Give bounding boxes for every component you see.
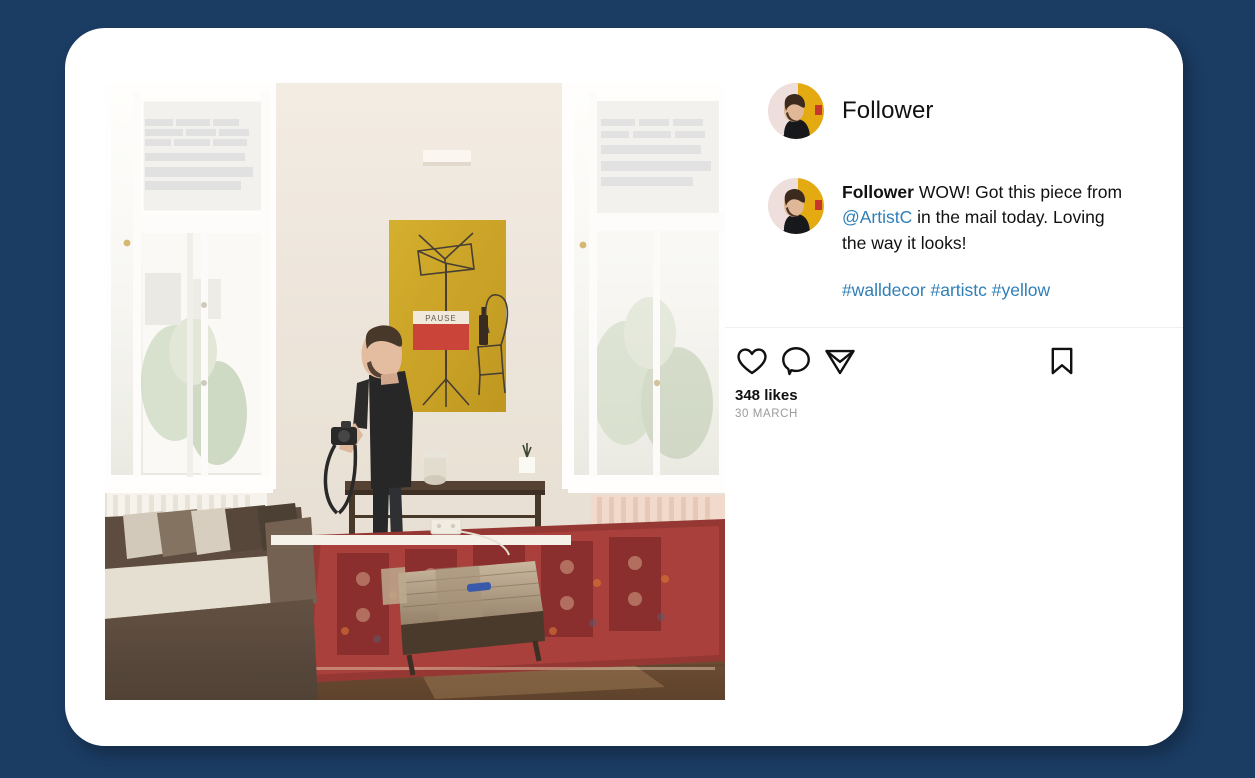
post-actions [735,344,1183,378]
post-photo-illustration: PAUSE [105,83,725,700]
comment-avatar[interactable] [768,178,824,234]
post-header: Follower [768,83,934,139]
instagram-post-card: PAUSE Follower Follower WOW! Got this pi… [65,28,1183,746]
like-icon[interactable] [735,344,769,378]
divider [725,327,1183,328]
post-photo[interactable]: PAUSE [105,83,725,700]
bookmark-icon[interactable] [1045,344,1079,378]
avatar-image [768,178,824,234]
caption-block: Follower WOW! Got this piece from @Artis… [768,178,1168,304]
caption-before: WOW! Got this piece from [913,182,1123,202]
comment-icon[interactable] [779,344,813,378]
post-details-panel: Follower Follower WOW! Got this piece fr… [725,28,1183,746]
avatar-image [768,83,824,139]
share-icon[interactable] [823,344,857,378]
caption-author[interactable]: Follower [842,182,914,202]
post-date: 30 MARCH [735,408,798,420]
caption-hashtags[interactable]: #walldecor #artistc #yellow [842,278,1132,303]
avatar[interactable] [768,83,824,139]
post-username[interactable]: Follower [842,97,934,125]
caption-text: Follower WOW! Got this piece from @Artis… [842,178,1132,256]
caption-mention[interactable]: @ArtistC [842,207,912,227]
likes-count: 348 likes [735,387,798,404]
